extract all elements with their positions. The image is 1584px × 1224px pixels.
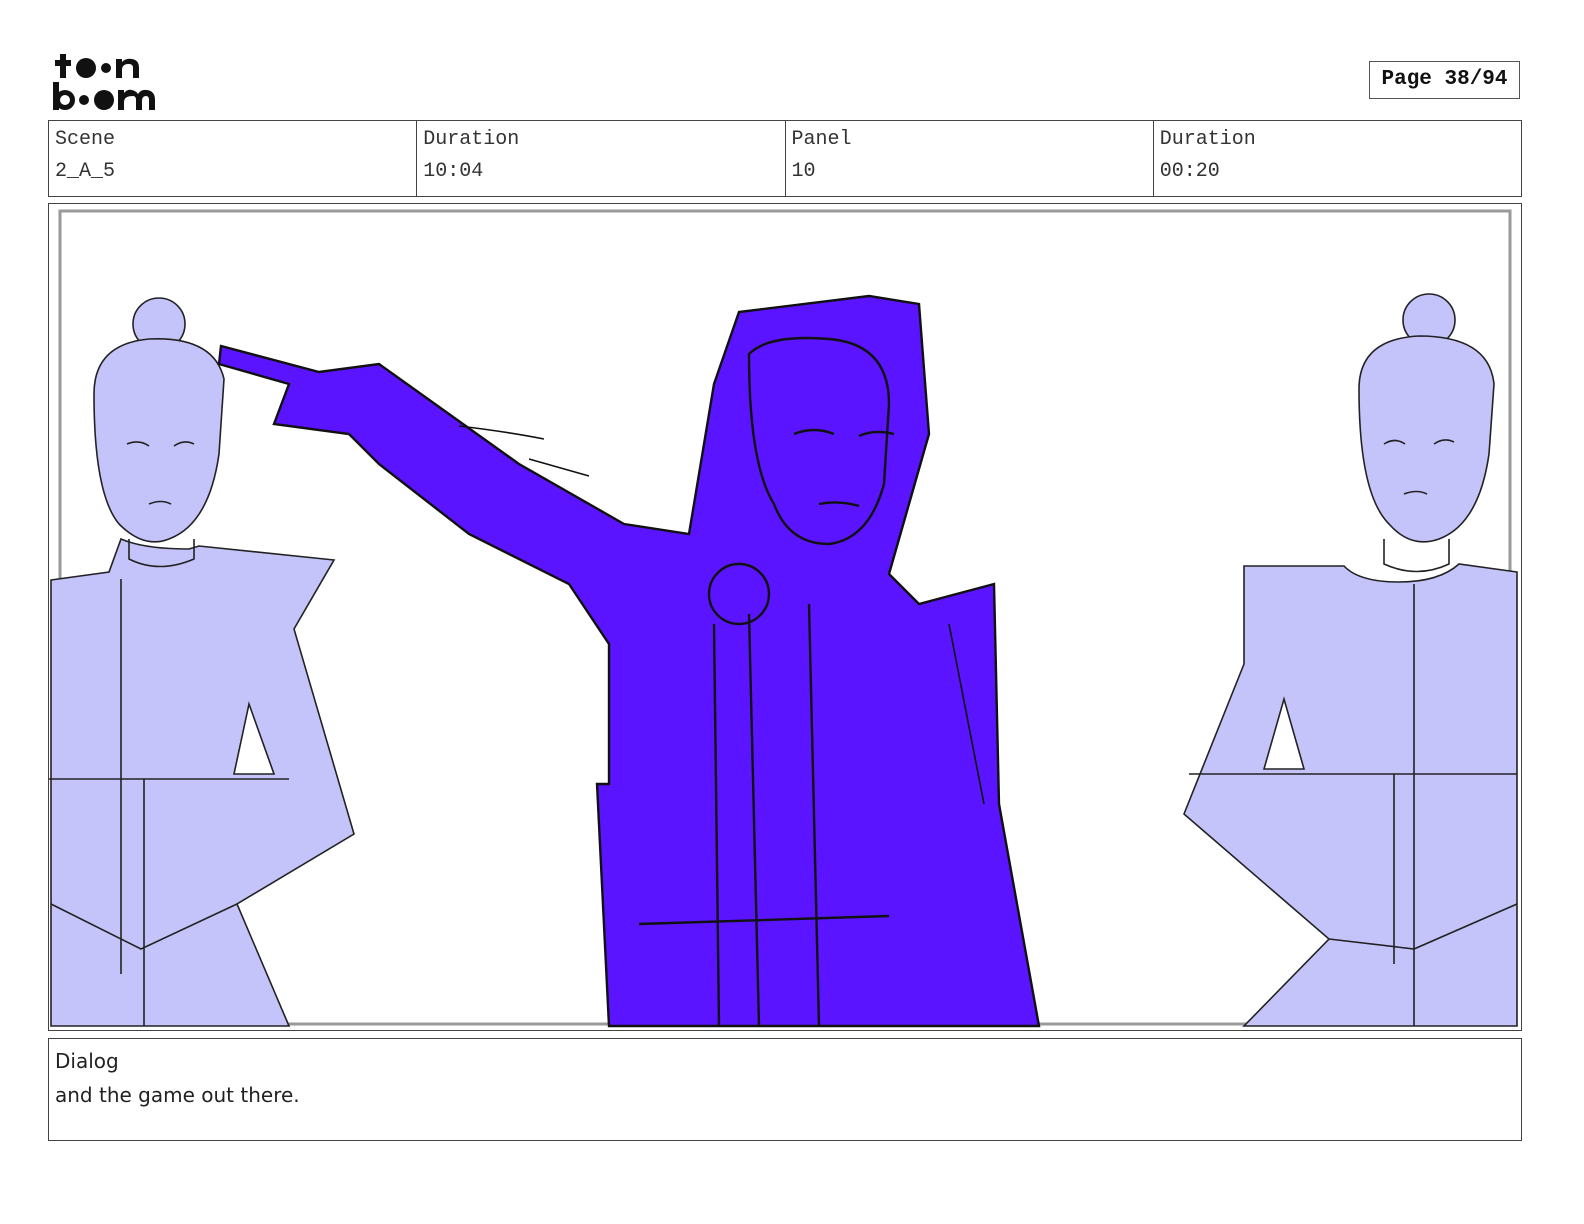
toonboom-logo: [53, 54, 155, 110]
page-number: Page 38/94: [1369, 61, 1520, 99]
scene-duration-value: 10:04: [423, 160, 484, 183]
panel-value: 10: [791, 160, 816, 183]
dialog-label: Dialog: [55, 1049, 119, 1073]
panel-duration-cell: Duration 00:20: [1154, 121, 1521, 196]
scene-duration-label: Duration: [423, 128, 520, 151]
panel-cell: Panel 10: [786, 121, 1154, 196]
scene-label: Scene: [55, 128, 116, 151]
panel-duration-label: Duration: [1159, 128, 1256, 151]
panel-duration-value: 00:20: [1159, 160, 1220, 183]
scene-value: 2_A_5: [55, 160, 116, 183]
right-guard-figure: [1183, 293, 1518, 1027]
central-figure: [217, 294, 1041, 1028]
dialog-box: Dialog and the game out there.: [48, 1038, 1522, 1141]
storyboard-panel: [48, 203, 1522, 1031]
scene-duration-cell: Duration 10:04: [417, 121, 786, 196]
panel-label: Panel: [791, 128, 852, 151]
dialog-text: and the game out there.: [55, 1083, 300, 1107]
panel-drawing: [49, 209, 1518, 1028]
scene-cell: Scene 2_A_5: [49, 121, 418, 196]
scene-info-table: Scene 2_A_5 Duration 10:04 Panel 10 Dura…: [48, 120, 1522, 197]
